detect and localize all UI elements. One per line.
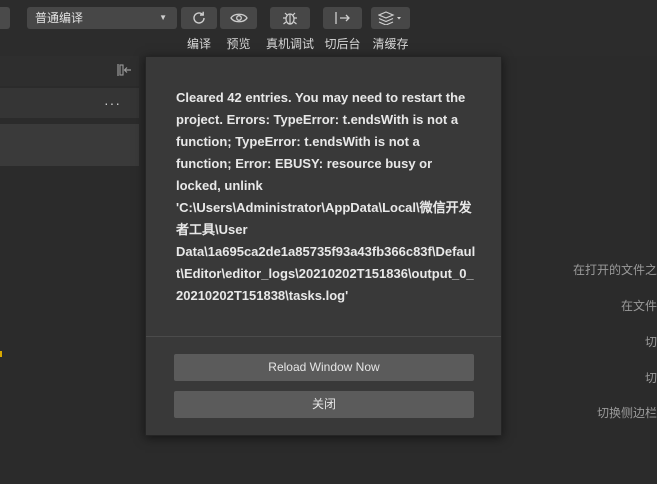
- toolbar-left-button[interactable]: [0, 7, 10, 29]
- chevron-down-icon: ▼: [159, 13, 167, 22]
- clear-cache-label: 清缓存: [372, 37, 409, 51]
- sidebar-change-marker: [0, 351, 2, 357]
- shortcut-hint: 在打开的文件之: [572, 263, 657, 277]
- close-dialog-button[interactable]: 关闭: [174, 391, 474, 418]
- compile-mode-label: 普通编译: [35, 11, 84, 25]
- switch-background-label: 切后台: [324, 37, 361, 51]
- compile-mode-select[interactable]: 普通编译 ▼: [27, 7, 177, 29]
- sidebar-header: [0, 56, 139, 86]
- compile-button[interactable]: [181, 7, 217, 29]
- clear-cache-dialog: Cleared 42 entries. You may need to rest…: [145, 56, 502, 436]
- collapse-sidebar-icon[interactable]: [115, 62, 133, 78]
- sidebar-title-row: ···: [0, 88, 139, 118]
- dialog-message: Cleared 42 entries. You may need to rest…: [176, 90, 476, 303]
- shortcut-hint: 切: [644, 371, 657, 385]
- reload-window-button[interactable]: Reload Window Now: [174, 354, 474, 381]
- preview-label: 预览: [226, 37, 251, 51]
- layers-icon: [377, 11, 401, 25]
- shortcut-hint: 切换侧边栏: [596, 406, 657, 420]
- clear-cache-button[interactable]: [371, 7, 410, 29]
- shortcut-hint: 在文件: [620, 299, 657, 313]
- remote-debug-button[interactable]: [270, 7, 310, 29]
- shortcut-hint: 切: [644, 335, 657, 349]
- bug-icon: [283, 12, 297, 25]
- file-sidebar: ···: [0, 56, 139, 484]
- compile-label: 编译: [186, 37, 211, 51]
- dialog-divider: [146, 336, 501, 337]
- remote-debug-label: 真机调试: [265, 37, 314, 51]
- switch-background-button[interactable]: [323, 7, 362, 29]
- sidebar-selected-item[interactable]: [0, 124, 139, 166]
- switch-background-icon: [334, 12, 350, 24]
- eye-icon: [229, 13, 248, 23]
- refresh-icon: [193, 11, 205, 24]
- preview-button[interactable]: [220, 7, 257, 29]
- more-options-icon[interactable]: ···: [104, 96, 121, 110]
- top-toolbar: 普通编译 ▼ 编译 预览 真机调试 切后台 清缓存: [0, 0, 657, 56]
